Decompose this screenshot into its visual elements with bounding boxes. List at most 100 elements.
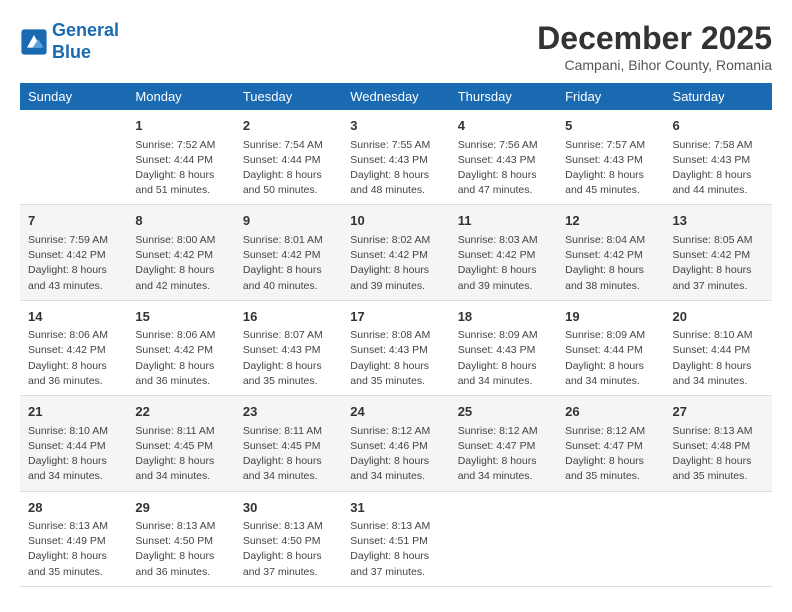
week-row-5: 28Sunrise: 8:13 AMSunset: 4:49 PMDayligh… — [20, 491, 772, 586]
calendar-cell: 1Sunrise: 7:52 AMSunset: 4:44 PMDaylight… — [127, 110, 234, 205]
week-row-2: 7Sunrise: 7:59 AMSunset: 4:42 PMDaylight… — [20, 205, 772, 300]
day-info: Sunrise: 8:06 AMSunset: 4:42 PMDaylight:… — [28, 328, 119, 389]
logo-text: General Blue — [52, 20, 119, 63]
page-subtitle: Campani, Bihor County, Romania — [537, 57, 772, 73]
day-info: Sunrise: 8:07 AMSunset: 4:43 PMDaylight:… — [243, 328, 334, 389]
day-number: 24 — [350, 402, 441, 422]
day-info: Sunrise: 8:03 AMSunset: 4:42 PMDaylight:… — [458, 233, 549, 294]
weekday-header-saturday: Saturday — [665, 83, 772, 110]
calendar-cell: 9Sunrise: 8:01 AMSunset: 4:42 PMDaylight… — [235, 205, 342, 300]
logo-icon — [20, 28, 48, 56]
day-info: Sunrise: 8:13 AMSunset: 4:50 PMDaylight:… — [243, 519, 334, 580]
calendar-cell — [557, 491, 664, 586]
weekday-header-monday: Monday — [127, 83, 234, 110]
day-number: 17 — [350, 307, 441, 327]
day-number: 5 — [565, 116, 656, 136]
day-info: Sunrise: 7:54 AMSunset: 4:44 PMDaylight:… — [243, 138, 334, 199]
day-info: Sunrise: 8:12 AMSunset: 4:47 PMDaylight:… — [565, 424, 656, 485]
calendar-cell: 30Sunrise: 8:13 AMSunset: 4:50 PMDayligh… — [235, 491, 342, 586]
day-number: 19 — [565, 307, 656, 327]
day-info: Sunrise: 8:12 AMSunset: 4:47 PMDaylight:… — [458, 424, 549, 485]
calendar-cell: 20Sunrise: 8:10 AMSunset: 4:44 PMDayligh… — [665, 300, 772, 395]
day-info: Sunrise: 8:00 AMSunset: 4:42 PMDaylight:… — [135, 233, 226, 294]
calendar-cell — [450, 491, 557, 586]
calendar-cell: 16Sunrise: 8:07 AMSunset: 4:43 PMDayligh… — [235, 300, 342, 395]
day-number: 11 — [458, 211, 549, 231]
calendar-cell: 21Sunrise: 8:10 AMSunset: 4:44 PMDayligh… — [20, 396, 127, 491]
day-number: 7 — [28, 211, 119, 231]
calendar-cell: 26Sunrise: 8:12 AMSunset: 4:47 PMDayligh… — [557, 396, 664, 491]
day-number: 18 — [458, 307, 549, 327]
day-number: 14 — [28, 307, 119, 327]
day-number: 13 — [673, 211, 764, 231]
calendar-cell: 10Sunrise: 8:02 AMSunset: 4:42 PMDayligh… — [342, 205, 449, 300]
day-info: Sunrise: 8:10 AMSunset: 4:44 PMDaylight:… — [28, 424, 119, 485]
day-info: Sunrise: 7:55 AMSunset: 4:43 PMDaylight:… — [350, 138, 441, 199]
day-number: 20 — [673, 307, 764, 327]
week-row-3: 14Sunrise: 8:06 AMSunset: 4:42 PMDayligh… — [20, 300, 772, 395]
title-block: December 2025 Campani, Bihor County, Rom… — [537, 20, 772, 73]
day-number: 9 — [243, 211, 334, 231]
day-number: 15 — [135, 307, 226, 327]
calendar-cell: 29Sunrise: 8:13 AMSunset: 4:50 PMDayligh… — [127, 491, 234, 586]
calendar-cell: 7Sunrise: 7:59 AMSunset: 4:42 PMDaylight… — [20, 205, 127, 300]
calendar-cell: 28Sunrise: 8:13 AMSunset: 4:49 PMDayligh… — [20, 491, 127, 586]
calendar-cell: 11Sunrise: 8:03 AMSunset: 4:42 PMDayligh… — [450, 205, 557, 300]
calendar-cell: 23Sunrise: 8:11 AMSunset: 4:45 PMDayligh… — [235, 396, 342, 491]
day-info: Sunrise: 8:02 AMSunset: 4:42 PMDaylight:… — [350, 233, 441, 294]
day-number: 29 — [135, 498, 226, 518]
day-info: Sunrise: 8:05 AMSunset: 4:42 PMDaylight:… — [673, 233, 764, 294]
day-info: Sunrise: 7:52 AMSunset: 4:44 PMDaylight:… — [135, 138, 226, 199]
day-info: Sunrise: 8:11 AMSunset: 4:45 PMDaylight:… — [135, 424, 226, 485]
day-number: 1 — [135, 116, 226, 136]
day-number: 6 — [673, 116, 764, 136]
calendar-cell: 31Sunrise: 8:13 AMSunset: 4:51 PMDayligh… — [342, 491, 449, 586]
week-row-4: 21Sunrise: 8:10 AMSunset: 4:44 PMDayligh… — [20, 396, 772, 491]
day-number: 25 — [458, 402, 549, 422]
day-number: 21 — [28, 402, 119, 422]
weekday-header-thursday: Thursday — [450, 83, 557, 110]
weekday-header-row: SundayMondayTuesdayWednesdayThursdayFrid… — [20, 83, 772, 110]
day-number: 22 — [135, 402, 226, 422]
calendar-cell — [20, 110, 127, 205]
day-number: 28 — [28, 498, 119, 518]
calendar-cell: 8Sunrise: 8:00 AMSunset: 4:42 PMDaylight… — [127, 205, 234, 300]
calendar-table: SundayMondayTuesdayWednesdayThursdayFrid… — [20, 83, 772, 587]
day-info: Sunrise: 8:09 AMSunset: 4:43 PMDaylight:… — [458, 328, 549, 389]
calendar-cell: 15Sunrise: 8:06 AMSunset: 4:42 PMDayligh… — [127, 300, 234, 395]
day-number: 30 — [243, 498, 334, 518]
day-number: 4 — [458, 116, 549, 136]
day-number: 31 — [350, 498, 441, 518]
day-info: Sunrise: 8:04 AMSunset: 4:42 PMDaylight:… — [565, 233, 656, 294]
calendar-cell: 6Sunrise: 7:58 AMSunset: 4:43 PMDaylight… — [665, 110, 772, 205]
day-info: Sunrise: 8:01 AMSunset: 4:42 PMDaylight:… — [243, 233, 334, 294]
calendar-cell: 5Sunrise: 7:57 AMSunset: 4:43 PMDaylight… — [557, 110, 664, 205]
weekday-header-friday: Friday — [557, 83, 664, 110]
page-header: General Blue December 2025 Campani, Biho… — [20, 20, 772, 73]
day-info: Sunrise: 7:59 AMSunset: 4:42 PMDaylight:… — [28, 233, 119, 294]
day-number: 12 — [565, 211, 656, 231]
calendar-cell: 17Sunrise: 8:08 AMSunset: 4:43 PMDayligh… — [342, 300, 449, 395]
calendar-cell: 3Sunrise: 7:55 AMSunset: 4:43 PMDaylight… — [342, 110, 449, 205]
day-info: Sunrise: 8:12 AMSunset: 4:46 PMDaylight:… — [350, 424, 441, 485]
day-number: 10 — [350, 211, 441, 231]
day-info: Sunrise: 8:13 AMSunset: 4:49 PMDaylight:… — [28, 519, 119, 580]
weekday-header-tuesday: Tuesday — [235, 83, 342, 110]
calendar-cell: 22Sunrise: 8:11 AMSunset: 4:45 PMDayligh… — [127, 396, 234, 491]
day-info: Sunrise: 7:56 AMSunset: 4:43 PMDaylight:… — [458, 138, 549, 199]
day-info: Sunrise: 8:13 AMSunset: 4:48 PMDaylight:… — [673, 424, 764, 485]
day-info: Sunrise: 7:57 AMSunset: 4:43 PMDaylight:… — [565, 138, 656, 199]
day-info: Sunrise: 8:06 AMSunset: 4:42 PMDaylight:… — [135, 328, 226, 389]
calendar-cell: 4Sunrise: 7:56 AMSunset: 4:43 PMDaylight… — [450, 110, 557, 205]
day-number: 23 — [243, 402, 334, 422]
calendar-cell: 25Sunrise: 8:12 AMSunset: 4:47 PMDayligh… — [450, 396, 557, 491]
day-info: Sunrise: 7:58 AMSunset: 4:43 PMDaylight:… — [673, 138, 764, 199]
calendar-cell: 12Sunrise: 8:04 AMSunset: 4:42 PMDayligh… — [557, 205, 664, 300]
day-number: 2 — [243, 116, 334, 136]
day-info: Sunrise: 8:13 AMSunset: 4:50 PMDaylight:… — [135, 519, 226, 580]
week-row-1: 1Sunrise: 7:52 AMSunset: 4:44 PMDaylight… — [20, 110, 772, 205]
day-info: Sunrise: 8:11 AMSunset: 4:45 PMDaylight:… — [243, 424, 334, 485]
day-info: Sunrise: 8:10 AMSunset: 4:44 PMDaylight:… — [673, 328, 764, 389]
day-info: Sunrise: 8:13 AMSunset: 4:51 PMDaylight:… — [350, 519, 441, 580]
calendar-cell — [665, 491, 772, 586]
